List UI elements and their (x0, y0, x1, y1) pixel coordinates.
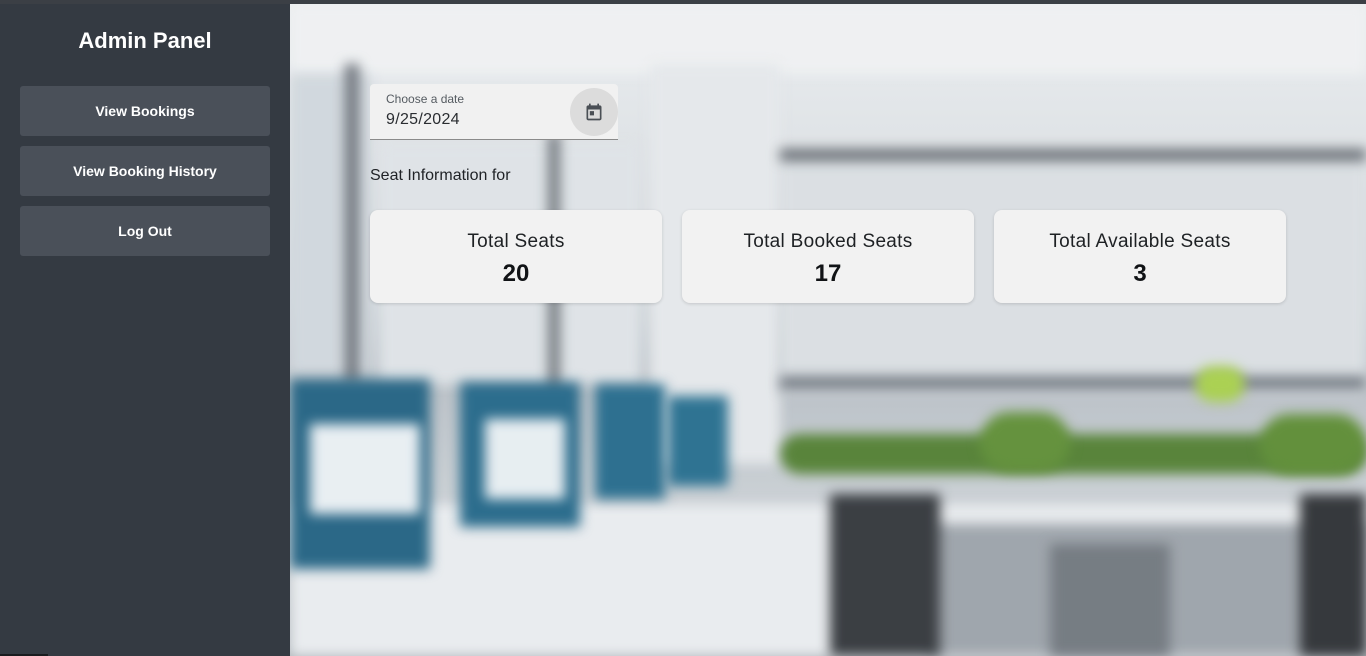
date-picker-field[interactable]: Choose a date 9/25/2024 (370, 84, 618, 140)
sidebar: Admin Panel View Bookings View Booking H… (0, 4, 290, 656)
view-booking-history-button[interactable]: View Booking History (20, 146, 270, 196)
total-booked-seats-card: Total Booked Seats 17 (682, 210, 974, 303)
card-value: 3 (1133, 260, 1147, 287)
card-title: Total Booked Seats (743, 231, 913, 252)
view-bookings-button[interactable]: View Bookings (20, 86, 270, 136)
main-content: Choose a date 9/25/2024 Seat Information… (290, 4, 1366, 656)
seat-information-heading: Seat Information for (370, 167, 511, 184)
total-seats-card: Total Seats 20 (370, 210, 662, 303)
calendar-icon (586, 103, 602, 121)
date-picker-value[interactable]: 9/25/2024 (386, 111, 460, 129)
card-title: Total Available Seats (1049, 231, 1231, 252)
log-out-button[interactable]: Log Out (20, 206, 270, 256)
card-value: 17 (814, 260, 842, 287)
sidebar-title: Admin Panel (78, 28, 212, 53)
date-picker-label: Choose a date (386, 92, 465, 106)
calendar-toggle-button[interactable] (570, 88, 618, 136)
card-value: 20 (502, 260, 530, 287)
card-title: Total Seats (467, 231, 565, 252)
total-available-seats-card: Total Available Seats 3 (994, 210, 1286, 303)
